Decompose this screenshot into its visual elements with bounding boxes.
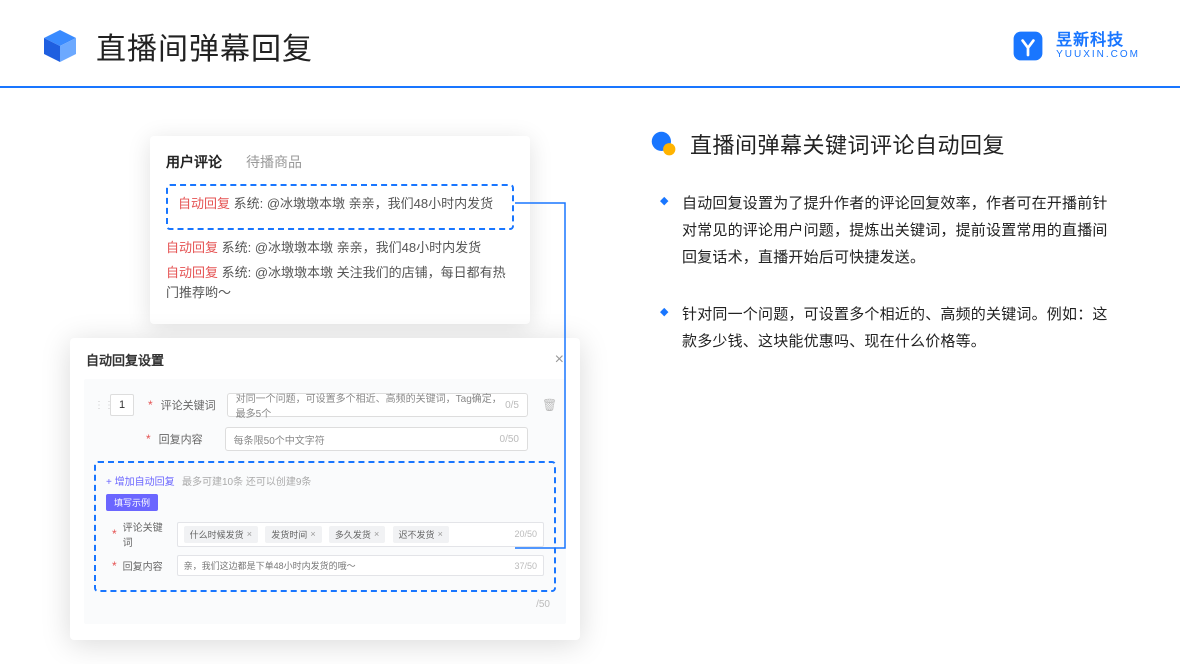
keyword-row: ⋮⋮ * 评论关键词 对同一个问题，可设置多个相近、高频的关键词，Tag确定，最… (94, 393, 556, 417)
keyword-input[interactable]: 对同一个问题，可设置多个相近、高频的关键词，Tag确定，最多5个 0/5 (227, 393, 528, 417)
required-marker: * (112, 559, 117, 573)
keyword-placeholder: 对同一个问题，可设置多个相近、高频的关键词，Tag确定，最多5个 (236, 390, 505, 420)
highlighted-reply: 自动回复 系统: @冰墩墩本墩 亲亲，我们48小时内发货 (166, 184, 514, 230)
comments-tabs: 用户评论 待播商品 (166, 148, 514, 182)
ex-kw-label: 评论关键词 (123, 519, 171, 549)
bullet-list: 自动回复设置为了提升作者的评论回复效率，作者可在开播前针对常见的评论用户问题，提… (650, 190, 1120, 355)
ex-kw-input[interactable]: 什么时候发货 发货时间 多久发货 迟不发货 20/50 (177, 522, 544, 547)
page-title: 直播间弹幕回复 (96, 24, 313, 68)
tab-pending-goods[interactable]: 待播商品 (246, 152, 302, 172)
auto-reply-tag: 自动回复 (166, 265, 218, 280)
comments-card: 用户评论 待播商品 自动回复 系统: @冰墩墩本墩 亲亲，我们48小时内发货 自… (150, 136, 530, 324)
ex-content-counter: 37/50 (514, 561, 537, 571)
required-marker: * (148, 398, 153, 412)
content-input[interactable]: 每条限50个中文字符 0/50 (225, 427, 528, 451)
close-icon[interactable]: × (555, 351, 564, 369)
ex-content-input[interactable]: 亲，我们这边都是下单48小时内发货的哦～ 37/50 (177, 555, 544, 576)
section-head: 直播间弹幕关键词评论自动回复 (650, 128, 1120, 160)
tag-pill[interactable]: 发货时间 (265, 526, 321, 543)
left-screenshots: 用户评论 待播商品 自动回复 系统: @冰墩墩本墩 亲亲，我们48小时内发货 自… (70, 118, 590, 608)
reply-text-2: 系统: @冰墩墩本墩 亲亲，我们48小时内发货 (222, 240, 482, 255)
add-auto-reply-link[interactable]: + 增加自动回复 (106, 477, 175, 488)
bullet-1: 自动回复设置为了提升作者的评论回复效率，作者可在开播前针对常见的评论用户问题，提… (660, 190, 1120, 271)
auto-reply-tag: 自动回复 (166, 240, 218, 255)
right-column: 直播间弹幕关键词评论自动回复 自动回复设置为了提升作者的评论回复效率，作者可在开… (650, 118, 1120, 608)
add-hint: 最多可建10条 还可以创建9条 (182, 477, 311, 488)
tab-user-comments[interactable]: 用户评论 (166, 152, 222, 172)
main-content: 用户评论 待播商品 自动回复 系统: @冰墩墩本墩 亲亲，我们48小时内发货 自… (0, 88, 1180, 608)
settings-header: 自动回复设置 × (84, 348, 566, 379)
reply-line-2: 自动回复 系统: @冰墩墩本墩 亲亲，我们48小时内发货 (166, 238, 514, 258)
ex-tags: 什么时候发货 发货时间 多久发货 迟不发货 (184, 526, 453, 543)
tag-pill[interactable]: 迟不发货 (393, 526, 449, 543)
keyword-label: 评论关键词 (161, 397, 219, 413)
outer-counter: /50 (536, 599, 550, 610)
required-marker: * (146, 432, 151, 446)
section-title: 直播间弹幕关键词评论自动回复 (690, 128, 1005, 160)
tag-pill[interactable]: 什么时候发货 (184, 526, 258, 543)
tag-pill[interactable]: 多久发货 (329, 526, 385, 543)
example-keyword-row: * 评论关键词 什么时候发货 发货时间 多久发货 迟不发货 20/50 (106, 519, 544, 549)
settings-body: ⋮⋮ * 评论关键词 对同一个问题，可设置多个相近、高频的关键词，Tag确定，最… (84, 379, 566, 624)
reply-line-3: 自动回复 系统: @冰墩墩本墩 关注我们的店铺，每日都有热门推荐哟～ (166, 263, 514, 302)
keyword-counter: 0/5 (505, 400, 519, 411)
content-row: * 回复内容 每条限50个中文字符 0/50 (94, 427, 556, 451)
drag-handle-icon[interactable]: ⋮⋮ (94, 400, 102, 411)
example-content-row: * 回复内容 亲，我们这边都是下单48小时内发货的哦～ 37/50 (106, 555, 544, 576)
auto-reply-tag: 自动回复 (178, 196, 230, 211)
cube-icon (40, 26, 80, 66)
example-chip: 填写示例 (106, 494, 158, 511)
example-section: + 增加自动回复 最多可建10条 还可以创建9条 填写示例 * 评论关键词 什么… (94, 461, 556, 592)
ex-content-label: 回复内容 (123, 558, 171, 573)
content-counter: 0/50 (500, 434, 519, 445)
delete-icon[interactable]: 🗑 (542, 398, 556, 412)
brand-block: 昱新科技 YUUXIN.COM (1010, 28, 1140, 64)
brand-text: 昱新科技 YUUXIN.COM (1056, 32, 1140, 61)
required-marker: * (112, 527, 117, 541)
ex-kw-counter: 20/50 (514, 529, 537, 539)
sequence-input[interactable] (110, 394, 134, 416)
reply-text-1: 系统: @冰墩墩本墩 亲亲，我们48小时内发货 (234, 196, 494, 211)
header-left: 直播间弹幕回复 (40, 24, 313, 68)
brand-url: YUUXIN.COM (1056, 49, 1140, 60)
reply-line-1: 自动回复 系统: @冰墩墩本墩 亲亲，我们48小时内发货 (178, 194, 502, 214)
settings-title: 自动回复设置 (86, 350, 164, 369)
content-placeholder: 每条限50个中文字符 (234, 432, 325, 447)
brand-name: 昱新科技 (1056, 32, 1140, 50)
brand-logo-icon (1010, 28, 1046, 64)
chat-bubble-icon (650, 130, 678, 158)
content-label: 回复内容 (159, 431, 217, 447)
add-row: + 增加自动回复 最多可建10条 还可以创建9条 (106, 473, 544, 488)
settings-card: 自动回复设置 × ⋮⋮ * 评论关键词 对同一个问题，可设置多个相近、高频的关键… (70, 338, 580, 640)
page-header: 直播间弹幕回复 昱新科技 YUUXIN.COM (0, 0, 1180, 88)
bullet-2: 针对同一个问题，可设置多个相近的、高频的关键词。例如：这款多少钱、这块能优惠吗、… (660, 301, 1120, 355)
ex-content-text: 亲，我们这边都是下单48小时内发货的哦～ (184, 559, 356, 572)
